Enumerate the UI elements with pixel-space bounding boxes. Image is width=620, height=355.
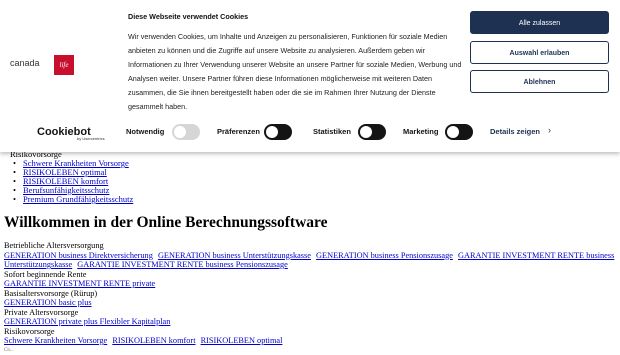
necessary-switch: [172, 124, 200, 140]
marketing-switch[interactable]: [445, 124, 473, 140]
cookie-text: Wir verwenden Cookies, um Inhalte und An…: [128, 30, 468, 114]
switch-knob: [360, 126, 372, 138]
product-link[interactable]: Schwere Krankheiten Vorsorge: [4, 336, 107, 345]
toggle-label: Präferenzen: [217, 127, 260, 136]
sidebar-link-grundfaehigkeit[interactable]: Premium Grundfähigkeitsschutz: [23, 194, 133, 204]
sidebar-item: Premium Grundfähigkeitsschutz: [10, 195, 133, 204]
details-link[interactable]: Details zeigen: [490, 127, 540, 136]
section-links: Schwere Krankheiten Vorsorge RISIKOLEBEN…: [4, 336, 616, 346]
allow-selection-button[interactable]: Auswahl erlauben: [470, 41, 609, 64]
chevron-right-icon[interactable]: ›: [548, 125, 551, 135]
reject-button[interactable]: Ablehnen: [470, 70, 609, 93]
sidebar-nav: Risikovorsorge Schwere Krankheiten Vorso…: [10, 150, 133, 204]
cookiebot-sub: by Usercentrics: [77, 136, 105, 141]
toggle-label: Marketing: [403, 127, 438, 136]
switch-knob: [174, 126, 186, 138]
section-links: GARANTIE INVESTMENT RENTE private: [4, 279, 616, 289]
product-link[interactable]: GENERATION business Direktversicherung: [4, 251, 153, 260]
product-link[interactable]: GENERATION business Pensionszusage: [316, 251, 453, 260]
cookie-title: Diese Webseite verwendet Cookies: [128, 12, 248, 21]
brand-logo: canada life: [10, 55, 102, 75]
section-title: Betriebliche Altersversorgung: [4, 241, 616, 251]
product-link[interactable]: RISIKOLEBEN komfort: [112, 336, 195, 345]
section-title: Risikovorsorge: [4, 327, 616, 337]
brand-mark: life: [54, 55, 74, 75]
section-links: GENERATION basic plus: [4, 298, 616, 308]
product-link[interactable]: GENERATION business Unterstützungskasse: [158, 251, 311, 260]
statistics-switch[interactable]: [358, 124, 386, 140]
section-title: Basisaltersvorsorge (Rürup): [4, 289, 616, 299]
page-title: Willkommen in der Online Berechnungssoft…: [4, 214, 328, 232]
product-link[interactable]: GARANTIE INVESTMENT RENTE private: [4, 279, 155, 288]
product-link[interactable]: RISIKOLEBEN optimal: [201, 336, 283, 345]
section-links: GENERATION business Direktversicherung G…: [4, 251, 616, 270]
switch-knob: [266, 126, 278, 138]
product-link[interactable]: GENERATION basic plus: [4, 298, 92, 307]
brand-word: canada: [10, 58, 40, 68]
preferences-switch[interactable]: [264, 124, 292, 140]
section-title: Sofort beginnende Rente: [4, 270, 616, 280]
cookie-banner: canada life Diese Webseite verwendet Coo…: [0, 0, 620, 152]
section-links: GENERATION private plus Flexibler Kapita…: [4, 317, 616, 327]
switch-knob: [447, 126, 459, 138]
allow-all-button[interactable]: Alle zulassen: [470, 11, 609, 34]
section-title: Private Altersvorsorge: [4, 308, 616, 318]
toggle-label: Notwendig: [126, 127, 164, 136]
product-link[interactable]: GARANTIE INVESTMENT RENTE business Pensi…: [77, 260, 287, 269]
footer-hint: Ch...: [4, 346, 616, 355]
product-sections: Betriebliche Altersversorgung GENERATION…: [4, 241, 616, 355]
toggle-label: Statistiken: [313, 127, 351, 136]
cookiebot-logo: Cookiebot by Usercentrics: [37, 122, 91, 140]
product-link[interactable]: GENERATION private plus Flexibler Kapita…: [4, 317, 170, 326]
